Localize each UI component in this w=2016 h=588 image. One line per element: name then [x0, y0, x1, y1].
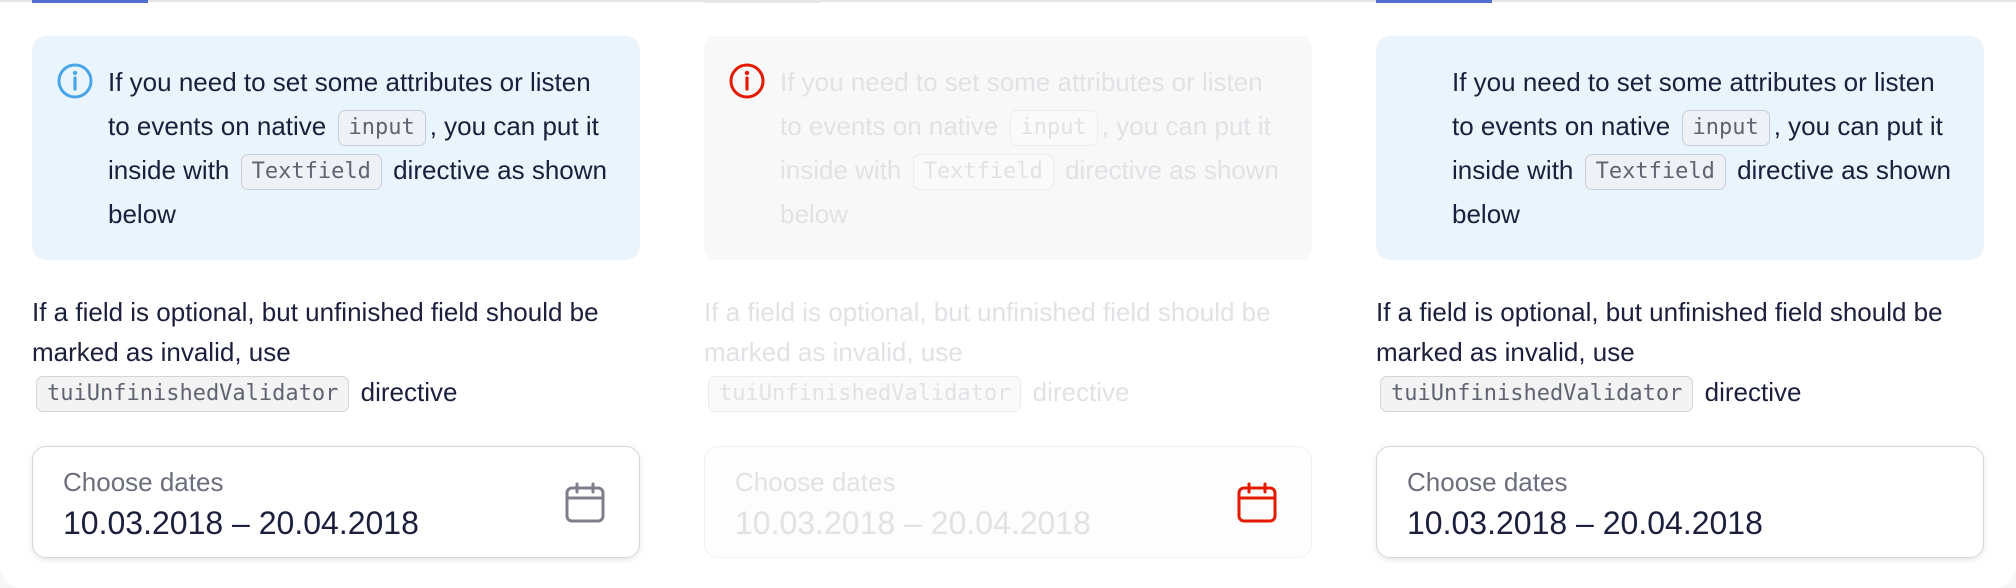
code-textfield: Textfield — [1584, 154, 1726, 191]
active-tab-indicator — [32, 0, 148, 3]
field-value: 10.03.2018 – 20.04.2018 — [735, 505, 1091, 541]
code-textfield: Textfield — [912, 154, 1054, 191]
calendar-icon — [1237, 482, 1277, 523]
notification: If you need to set some attributes or li… — [1376, 36, 1984, 260]
description-text: If a field is optional, but unfinished f… — [32, 292, 652, 413]
description-text: If a field is optional, but unfinished f… — [704, 292, 1324, 413]
date-range-field[interactable]: Choose dates 10.03.2018 – 20.04.2018 — [1376, 446, 1984, 558]
field-label: Choose dates — [735, 467, 896, 497]
code-validator: tuiUnfinishedValidator — [36, 376, 350, 413]
notification-text: If you need to set some attributes or li… — [780, 67, 1279, 229]
field-value: 10.03.2018 – 20.04.2018 — [1407, 505, 1763, 541]
code-input: input — [1681, 110, 1770, 147]
notification: If you need to set some attributes or li… — [704, 36, 1312, 260]
preview-stage: If you need to set some attributes or li… — [0, 0, 2016, 588]
code-validator: tuiUnfinishedValidator — [708, 376, 1022, 413]
date-range-field[interactable]: Choose dates 10.03.2018 – 20.04.2018 — [32, 446, 640, 558]
code-input: input — [337, 110, 426, 147]
notification: If you need to set some attributes or li… — [32, 36, 640, 260]
field-value: 10.03.2018 – 20.04.2018 — [63, 505, 419, 541]
code-validator: tuiUnfinishedValidator — [1380, 376, 1694, 413]
description-text: If a field is optional, but unfinished f… — [1376, 292, 1996, 413]
notification-text: If you need to set some attributes or li… — [1452, 67, 1951, 229]
field-label: Choose dates — [63, 467, 224, 497]
tab-indicator — [704, 0, 820, 3]
calendar-icon[interactable] — [563, 481, 607, 525]
notification-text: If you need to set some attributes or li… — [108, 67, 607, 229]
preview-panel-disabled: If you need to set some attributes or li… — [672, 0, 1344, 588]
active-tab-indicator — [1376, 0, 1492, 3]
info-icon — [57, 63, 93, 99]
preview-panel-default: If you need to set some attributes or li… — [0, 0, 672, 588]
date-range-field: Choose dates 10.03.2018 – 20.04.2018 — [704, 446, 1312, 558]
code-input: input — [1009, 110, 1098, 147]
field-label: Choose dates — [1407, 467, 1568, 497]
code-textfield: Textfield — [240, 154, 382, 191]
info-icon — [729, 63, 765, 99]
preview-panel-no-icon: If you need to set some attributes or li… — [1344, 0, 2016, 588]
